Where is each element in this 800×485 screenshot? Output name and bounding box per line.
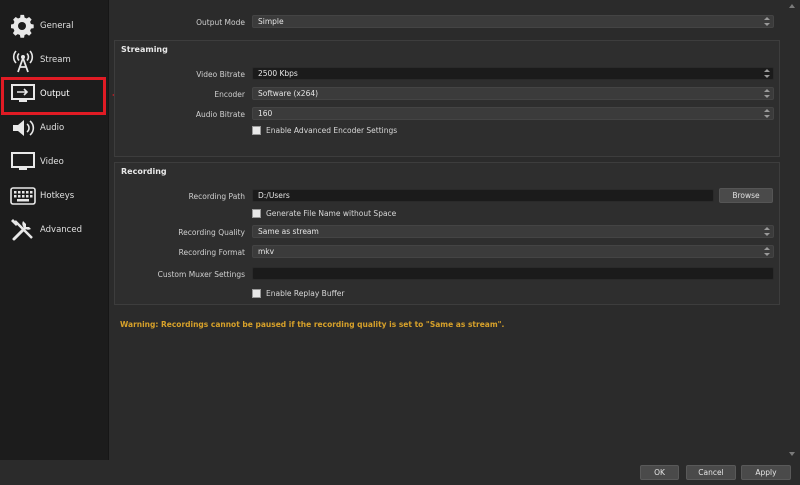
chevron-updown-icon bbox=[764, 247, 770, 256]
recording-path-label: Recording Path bbox=[188, 192, 245, 201]
encoder-label: Encoder bbox=[214, 90, 245, 99]
replay-buffer-label: Enable Replay Buffer bbox=[266, 289, 345, 298]
no-space-checkbox-row[interactable]: Generate File Name without Space bbox=[252, 209, 396, 218]
audio-bitrate-label: Audio Bitrate bbox=[195, 110, 245, 119]
sidebar-item-label: Stream bbox=[40, 55, 71, 65]
advanced-encoder-label: Enable Advanced Encoder Settings bbox=[266, 126, 398, 135]
sidebar-item-video[interactable]: Video bbox=[0, 145, 108, 179]
ok-button[interactable]: OK bbox=[640, 465, 679, 480]
sidebar-item-label: Hotkeys bbox=[40, 191, 75, 201]
streaming-title: Streaming bbox=[121, 45, 168, 54]
sidebar-item-general[interactable]: General bbox=[0, 9, 108, 43]
recording-format-value: mkv bbox=[258, 247, 275, 256]
sidebar-item-label: Video bbox=[40, 157, 64, 167]
monitor-icon bbox=[10, 149, 36, 175]
apply-button[interactable]: Apply bbox=[741, 465, 791, 480]
encoder-select[interactable]: Software (x264) bbox=[252, 87, 774, 100]
recording-quality-label: Recording Quality bbox=[178, 228, 245, 237]
audio-bitrate-value: 160 bbox=[258, 109, 273, 118]
output-mode-select[interactable]: Simple bbox=[252, 15, 774, 28]
vertical-scrollbar[interactable] bbox=[786, 0, 800, 460]
settings-sidebar: General Stream Output Audio Video Hotkey… bbox=[0, 0, 109, 460]
warning-message: Warning: Recordings cannot be paused if … bbox=[120, 320, 505, 329]
sidebar-item-label: General bbox=[40, 21, 74, 31]
dialog-button-bar bbox=[0, 460, 800, 485]
recording-quality-select[interactable]: Same as stream bbox=[252, 225, 774, 238]
scroll-up-icon[interactable] bbox=[789, 4, 795, 8]
custom-muxer-input[interactable] bbox=[252, 267, 774, 280]
sidebar-item-output[interactable]: Output bbox=[0, 77, 108, 111]
gear-icon bbox=[10, 13, 36, 39]
scroll-down-icon[interactable] bbox=[789, 452, 795, 456]
custom-muxer-label: Custom Muxer Settings bbox=[157, 270, 245, 279]
replay-buffer-checkbox[interactable] bbox=[252, 289, 261, 298]
sidebar-item-label: Output bbox=[40, 89, 70, 99]
chevron-updown-icon bbox=[764, 109, 770, 118]
no-space-label: Generate File Name without Space bbox=[266, 209, 397, 218]
output-mode-label: Output Mode bbox=[196, 18, 245, 27]
chevron-updown-icon bbox=[764, 227, 770, 236]
advanced-encoder-checkbox-row[interactable]: Enable Advanced Encoder Settings bbox=[252, 126, 397, 135]
keyboard-icon bbox=[10, 183, 36, 209]
recording-title: Recording bbox=[121, 167, 167, 176]
sidebar-item-advanced[interactable]: Advanced bbox=[0, 213, 108, 247]
monitor-arrow-icon bbox=[10, 81, 36, 107]
recording-path-value: D:/Users bbox=[258, 191, 290, 200]
audio-bitrate-select[interactable]: 160 bbox=[252, 107, 774, 120]
speaker-icon bbox=[10, 115, 36, 141]
cancel-button[interactable]: Cancel bbox=[686, 465, 736, 480]
browse-button[interactable]: Browse bbox=[719, 188, 773, 203]
tools-icon bbox=[10, 217, 36, 243]
chevron-updown-icon bbox=[764, 17, 770, 26]
recording-quality-value: Same as stream bbox=[258, 227, 319, 236]
sidebar-item-hotkeys[interactable]: Hotkeys bbox=[0, 179, 108, 213]
sidebar-item-stream[interactable]: Stream bbox=[0, 43, 108, 77]
encoder-value: Software (x264) bbox=[258, 89, 319, 98]
output-mode-value: Simple bbox=[258, 17, 284, 26]
video-bitrate-value: 2500 Kbps bbox=[258, 69, 298, 78]
video-bitrate-input[interactable]: 2500 Kbps bbox=[252, 67, 774, 80]
advanced-encoder-checkbox[interactable] bbox=[252, 126, 261, 135]
recording-format-select[interactable]: mkv bbox=[252, 245, 774, 258]
stepper-icon[interactable] bbox=[764, 69, 770, 78]
sidebar-item-label: Advanced bbox=[40, 225, 82, 235]
chevron-updown-icon bbox=[764, 89, 770, 98]
replay-buffer-checkbox-row[interactable]: Enable Replay Buffer bbox=[252, 289, 344, 298]
no-space-checkbox[interactable] bbox=[252, 209, 261, 218]
video-bitrate-label: Video Bitrate bbox=[196, 70, 245, 79]
recording-format-label: Recording Format bbox=[178, 248, 245, 257]
sidebar-item-label: Audio bbox=[40, 123, 65, 133]
recording-path-input[interactable]: D:/Users bbox=[252, 189, 714, 202]
antenna-icon bbox=[10, 47, 36, 73]
sidebar-item-audio[interactable]: Audio bbox=[0, 111, 108, 145]
